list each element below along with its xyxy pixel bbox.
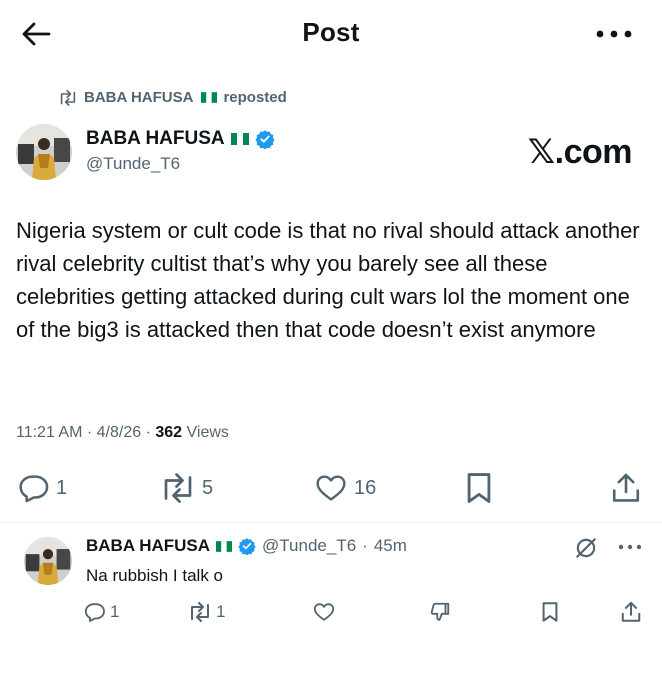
nigeria-flag-icon	[201, 92, 218, 103]
reply-reply-button[interactable]: 1	[84, 598, 119, 626]
reply-reply-count: 1	[110, 602, 120, 621]
author-avatar[interactable]	[16, 124, 72, 180]
like-icon	[316, 475, 346, 501]
reply-count: 1	[56, 476, 68, 499]
bookmark-icon	[542, 602, 558, 622]
meta-separator: ·	[86, 424, 97, 441]
reply-icon	[19, 475, 49, 503]
reply-more-button[interactable]	[616, 538, 644, 556]
post-meta: 11:21 AM · 4/8/26 · 362 Views	[16, 424, 229, 442]
verified-icon	[254, 129, 275, 149]
views-label: Views	[186, 424, 229, 441]
more-icon	[596, 30, 632, 38]
reply-age[interactable]: 45m	[374, 536, 407, 556]
post-action-bar: 1 5 16	[0, 468, 662, 512]
reply-author-avatar[interactable]	[24, 537, 72, 585]
post-time[interactable]: 11:21 AM	[16, 424, 82, 441]
views-count: 362	[155, 424, 183, 441]
repost-count: 5	[202, 476, 214, 499]
nigeria-flag-icon	[216, 540, 233, 552]
more-button[interactable]	[594, 24, 634, 44]
reply-like-button[interactable]	[312, 598, 336, 626]
bookmark-button[interactable]	[464, 468, 494, 508]
repost-icon	[60, 89, 76, 106]
meta-separator: ·	[362, 536, 368, 555]
post-date[interactable]: 4/8/26	[97, 424, 141, 441]
repost-icon	[164, 473, 192, 503]
meta-separator: ·	[145, 424, 156, 441]
repost-icon	[191, 602, 209, 622]
like-button[interactable]: 16	[314, 468, 376, 508]
grok-icon	[576, 538, 596, 558]
grok-button[interactable]	[572, 534, 600, 562]
like-count: 16	[354, 476, 377, 499]
reply-share-button[interactable]	[620, 598, 642, 626]
share-icon	[612, 473, 640, 502]
reply-action-bar: 1 1	[0, 598, 662, 628]
post-text: Nigeria system or cult code is that no r…	[16, 218, 640, 342]
dislike-icon	[430, 602, 450, 621]
reply-repost-count: 1	[216, 602, 226, 621]
author-handle[interactable]: @Tunde_T6	[86, 154, 180, 174]
nigeria-flag-icon	[230, 133, 249, 145]
repost-suffix: reposted	[223, 89, 287, 106]
reply-dislike-button[interactable]	[428, 598, 452, 626]
reply-repost-button[interactable]: 1	[188, 598, 225, 626]
share-icon	[621, 601, 641, 622]
reply-author-name[interactable]: BABA HAFUSA	[86, 536, 210, 556]
reply-icon	[84, 603, 105, 622]
repost-button[interactable]: 5	[160, 468, 213, 508]
like-icon	[313, 603, 335, 621]
repost-indicator[interactable]: BABA HAFUSA reposted	[58, 89, 287, 106]
repost-user-name: BABA HAFUSA	[84, 89, 194, 106]
verified-icon	[238, 537, 256, 555]
reply-button[interactable]: 1	[18, 468, 67, 508]
share-button[interactable]	[610, 468, 642, 508]
divider	[0, 522, 662, 523]
more-icon	[618, 544, 642, 550]
top-bar: Post	[0, 0, 662, 68]
bookmark-icon	[467, 473, 491, 503]
reply-bookmark-button[interactable]	[540, 598, 560, 626]
author-name-text: BABA HAFUSA	[86, 128, 225, 149]
reply-author-handle[interactable]: @Tunde_T6	[262, 536, 356, 556]
reply-text: Na rubbish I talk o	[86, 566, 224, 585]
author-name[interactable]: BABA HAFUSA	[86, 128, 275, 150]
reply-header: BABA HAFUSA @Tunde_T6 · 45m	[86, 536, 407, 556]
page-title: Post	[302, 17, 360, 47]
brand-watermark: 𝕏.com	[527, 133, 633, 171]
